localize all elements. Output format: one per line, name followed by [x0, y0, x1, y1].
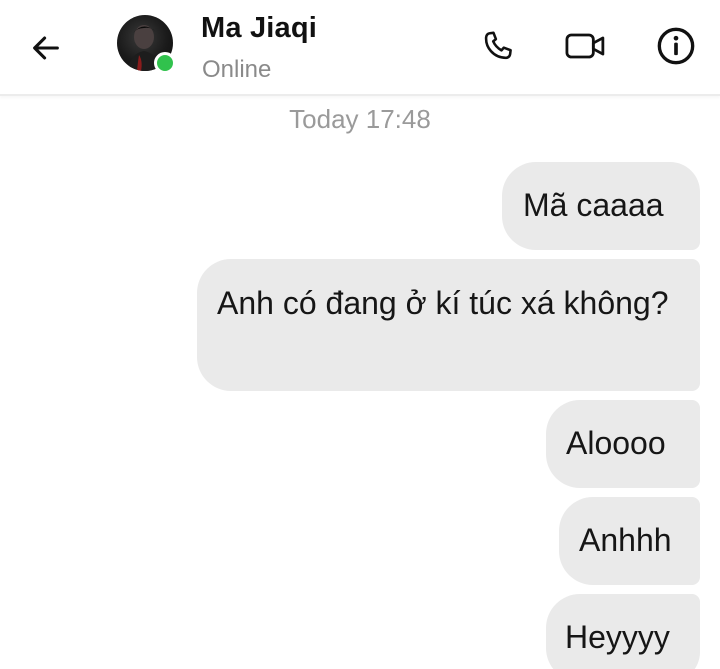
back-arrow-icon — [33, 36, 59, 60]
message-bubble[interactable]: Aloooo — [546, 400, 700, 488]
video-call-button[interactable] — [564, 24, 608, 68]
phone-icon — [484, 31, 512, 60]
video-camera-icon — [565, 33, 605, 59]
chat-screen: Ma Jiaqi Online Today 17:48 Mã caaaa Anh… — [0, 0, 720, 669]
message-bubble[interactable]: Anh có đang ở kí túc xá không? — [197, 259, 700, 391]
back-button[interactable] — [26, 28, 66, 68]
message-bubble[interactable]: Mã caaaa — [502, 162, 700, 250]
chat-header: Ma Jiaqi Online — [0, 0, 720, 96]
contact-name[interactable]: Ma Jiaqi — [201, 12, 317, 45]
voice-call-button[interactable] — [476, 24, 520, 68]
info-icon — [657, 27, 695, 65]
conversation-info-button[interactable] — [654, 24, 698, 68]
message-bubble[interactable]: Anhhh — [559, 497, 700, 585]
avatar[interactable] — [117, 15, 176, 74]
message-bubble[interactable]: Heyyyy — [546, 594, 700, 669]
message-timestamp: Today 17:48 — [289, 104, 431, 134]
contact-status: Online — [202, 56, 272, 83]
online-status-dot — [154, 52, 176, 74]
